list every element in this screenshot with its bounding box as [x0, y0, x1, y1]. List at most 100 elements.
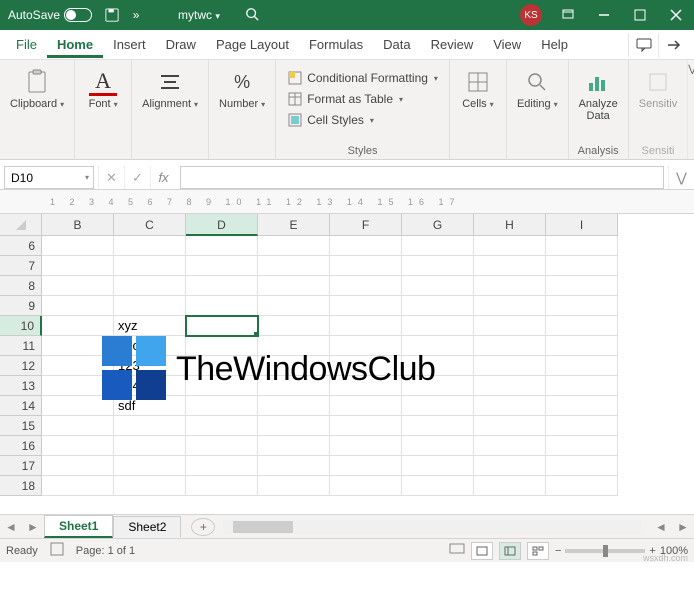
enter-formula-icon[interactable]: ✓	[124, 166, 150, 189]
row-header[interactable]: 12	[0, 356, 42, 376]
formula-input[interactable]	[180, 166, 664, 189]
editing-button[interactable]: Editing	[511, 66, 564, 112]
accessibility-icon[interactable]	[50, 542, 64, 559]
row-header[interactable]: 15	[0, 416, 42, 436]
title-bar: AutoSave » mytwc ▾ KS	[0, 0, 694, 30]
row-header[interactable]: 16	[0, 436, 42, 456]
cell[interactable]: xyz	[114, 316, 186, 336]
editing-icon	[523, 68, 551, 96]
ribbon-options-icon[interactable]	[550, 0, 586, 30]
ribbon: Clipboard A Font Alignment % Number	[0, 60, 694, 160]
row-header[interactable]: 6	[0, 236, 42, 256]
col-header[interactable]: B	[42, 214, 114, 236]
alignment-icon	[156, 68, 184, 96]
cell[interactable]: 123	[114, 356, 186, 376]
row-header[interactable]: 8	[0, 276, 42, 296]
tab-home[interactable]: Home	[47, 31, 103, 58]
zoom-slider[interactable]	[565, 549, 645, 553]
row-header[interactable]: 7	[0, 256, 42, 276]
group-label-sensitivity: Sensiti	[633, 143, 684, 159]
group-label-styles: Styles	[280, 143, 445, 159]
format-as-table-button[interactable]: Format as Table	[284, 89, 441, 109]
tab-file[interactable]: File	[6, 31, 47, 58]
tab-view[interactable]: View	[483, 31, 531, 58]
share-icon[interactable]	[658, 33, 688, 57]
sheet-tab[interactable]: Sheet1	[44, 515, 113, 538]
formula-bar: D10 ✕ ✓ fx ⋁	[0, 166, 694, 190]
horizontal-scrollbar[interactable]	[223, 520, 642, 534]
normal-view-button[interactable]	[471, 542, 493, 560]
scroll-right-button[interactable]: ►	[672, 520, 694, 534]
status-ready: Ready	[6, 545, 38, 557]
spreadsheet-grid[interactable]: B C D E F G H I 6 7 8 9 10 xyz 11 abc 12 12…	[0, 214, 694, 514]
col-header[interactable]: I	[546, 214, 618, 236]
tab-insert[interactable]: Insert	[103, 31, 156, 58]
col-header[interactable]: F	[330, 214, 402, 236]
close-button[interactable]	[658, 0, 694, 30]
number-button[interactable]: % Number	[213, 66, 271, 112]
cancel-formula-icon[interactable]: ✕	[98, 166, 124, 189]
search-icon[interactable]	[240, 7, 264, 24]
fx-icon[interactable]: fx	[150, 166, 176, 189]
analyze-data-button[interactable]: Analyze Data	[573, 66, 624, 124]
row-header[interactable]: 17	[0, 456, 42, 476]
cells-icon	[464, 68, 492, 96]
page-break-view-button[interactable]	[527, 542, 549, 560]
alignment-button[interactable]: Alignment	[136, 66, 204, 112]
row-header[interactable]: 10	[0, 316, 42, 336]
expand-formula-bar[interactable]: ⋁	[668, 166, 694, 189]
tab-formulas[interactable]: Formulas	[299, 31, 373, 58]
autosave-toggle[interactable]	[64, 8, 92, 22]
tab-page-layout[interactable]: Page Layout	[206, 31, 299, 58]
maximize-button[interactable]	[622, 0, 658, 30]
ribbon-collapse-button[interactable]: ⋁	[688, 60, 694, 159]
row-header[interactable]: 11	[0, 336, 42, 356]
col-header[interactable]: G	[402, 214, 474, 236]
sensitivity-icon	[644, 68, 672, 96]
tab-help[interactable]: Help	[531, 31, 578, 58]
col-header[interactable]: C	[114, 214, 186, 236]
col-header[interactable]: D	[186, 214, 258, 236]
zoom-out-button[interactable]: −	[555, 545, 561, 557]
row-header[interactable]: 14	[0, 396, 42, 416]
sheet-tabs: ◄ ► Sheet1 Sheet2 + ◄ ►	[0, 514, 694, 538]
save-icon[interactable]	[100, 0, 124, 30]
row-header[interactable]: 9	[0, 296, 42, 316]
display-settings-icon[interactable]	[449, 543, 465, 558]
col-header[interactable]: H	[474, 214, 546, 236]
clipboard-button[interactable]: Clipboard	[4, 66, 70, 112]
cell[interactable]: abc	[114, 336, 186, 356]
page-layout-view-button[interactable]	[499, 542, 521, 560]
scroll-left-button[interactable]: ◄	[650, 520, 672, 534]
minimize-button[interactable]	[586, 0, 622, 30]
cell[interactable]: sdf	[114, 396, 186, 416]
table-icon	[287, 91, 303, 107]
autosave-label: AutoSave	[8, 8, 60, 22]
tab-draw[interactable]: Draw	[156, 31, 206, 58]
cells-button[interactable]: Cells	[454, 66, 502, 112]
cell[interactable]: 234	[114, 376, 186, 396]
name-box[interactable]: D10	[4, 166, 94, 189]
comments-icon[interactable]	[628, 33, 658, 57]
cell-selected[interactable]	[186, 316, 258, 336]
row-header[interactable]: 18	[0, 476, 42, 496]
sheet-nav-prev[interactable]: ◄	[0, 520, 22, 534]
select-all-corner[interactable]	[0, 214, 42, 236]
clipboard-icon	[23, 68, 51, 96]
user-avatar[interactable]: KS	[520, 4, 542, 26]
col-header[interactable]: E	[258, 214, 330, 236]
qat-more[interactable]: »	[124, 0, 148, 30]
sheet-nav-next[interactable]: ►	[22, 520, 44, 534]
sheet-tab[interactable]: Sheet2	[113, 516, 181, 537]
cf-icon	[287, 70, 303, 86]
conditional-formatting-button[interactable]: Conditional Formatting	[284, 68, 441, 88]
cell-styles-button[interactable]: Cell Styles	[284, 110, 441, 130]
group-label-analysis: Analysis	[573, 143, 624, 159]
tab-data[interactable]: Data	[373, 31, 420, 58]
font-button[interactable]: A Font	[79, 66, 127, 112]
tab-review[interactable]: Review	[421, 31, 484, 58]
sensitivity-button[interactable]: Sensitiv	[633, 66, 684, 112]
document-name[interactable]: mytwc ▾	[178, 8, 220, 22]
row-header[interactable]: 13	[0, 376, 42, 396]
add-sheet-button[interactable]: +	[191, 518, 215, 536]
